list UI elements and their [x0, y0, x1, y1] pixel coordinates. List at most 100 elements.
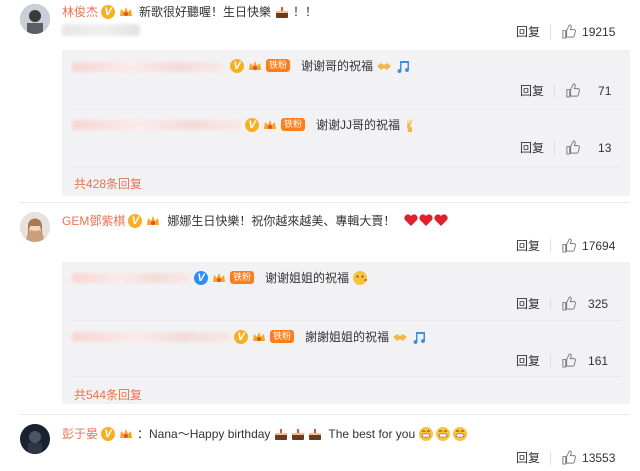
- like-count: 161: [588, 353, 609, 368]
- kiss-face-emoji-icon: [352, 270, 368, 286]
- like-count: 13: [598, 140, 612, 155]
- like-count: 13553: [582, 450, 616, 465]
- comment-text: ：Nana～Happy birthday: [137, 427, 271, 441]
- reply-button[interactable]: 回复: [516, 23, 540, 40]
- divider: [550, 450, 552, 465]
- comment-header: GEM鄧紫棋 V 娜娜生日快樂！祝你越來越美、專輯大賣！: [62, 212, 448, 229]
- like-count: 19215: [582, 24, 616, 39]
- comment-actions: 回复 19215: [516, 23, 615, 40]
- grin-emoji-icon: [418, 426, 468, 442]
- reply-actions: 回复 71: [520, 82, 611, 99]
- blurred-username: [72, 120, 242, 130]
- verified-icon: V: [245, 117, 259, 132]
- divider: [20, 414, 630, 415]
- author-name[interactable]: 林俊杰: [62, 3, 98, 20]
- more-replies-link[interactable]: 共544条回复: [74, 386, 142, 403]
- divider: [72, 109, 622, 110]
- like-button[interactable]: 17694: [561, 238, 615, 253]
- divider: [20, 202, 630, 203]
- more-replies-link[interactable]: 共428条回复: [74, 175, 142, 192]
- reply-content: V 铁粉 谢谢哥的祝福: [230, 57, 411, 74]
- fan-badge: 铁粉: [266, 59, 291, 72]
- divider: [554, 140, 556, 155]
- crown-icon: [211, 271, 227, 285]
- handshake-emoji-icon: [376, 58, 392, 74]
- verified-icon: V: [194, 270, 208, 285]
- crown-icon: [247, 59, 263, 73]
- like-button[interactable]: 325: [561, 296, 608, 311]
- reply-text: 谢谢姐姐的祝福: [265, 271, 350, 285]
- thumb-up-icon: [562, 24, 576, 39]
- like-count: 325: [588, 296, 609, 311]
- crown-icon: [145, 214, 161, 228]
- fan-badge: 铁粉: [270, 330, 295, 343]
- author-name[interactable]: 彭于晏: [62, 425, 98, 442]
- thumb-up-icon: [562, 296, 576, 311]
- verified-icon: V: [101, 4, 116, 19]
- heart-emoji-icon: [404, 214, 448, 227]
- crown-icon: [118, 427, 134, 441]
- avatar[interactable]: [20, 424, 50, 454]
- verified-icon: V: [101, 426, 116, 441]
- crown-icon: [118, 5, 134, 19]
- thumb-up-icon: [562, 450, 576, 465]
- reply-button[interactable]: 回复: [520, 82, 544, 99]
- like-button[interactable]: 161: [561, 353, 608, 368]
- comment-text-end: The best for you: [328, 426, 416, 441]
- like-button[interactable]: 13: [565, 140, 611, 155]
- reply-button[interactable]: 回复: [516, 237, 540, 254]
- blurred-username: [72, 332, 232, 342]
- divider: [550, 238, 552, 253]
- author-name[interactable]: GEM鄧紫棋: [62, 212, 125, 229]
- reply-text: 謝謝姐姐的祝福: [305, 330, 390, 344]
- like-count: 71: [598, 83, 612, 98]
- fan-badge: 铁粉: [230, 271, 255, 284]
- like-count: 17694: [582, 238, 616, 253]
- divider: [72, 376, 622, 377]
- comment-text: 新歌很好聽喔！生日快樂: [139, 5, 272, 19]
- reply-button[interactable]: 回复: [520, 139, 544, 156]
- verified-icon: V: [234, 329, 248, 344]
- reply-content: V 铁粉 謝謝姐姐的祝福: [234, 328, 427, 345]
- divider: [550, 296, 552, 311]
- cake-emoji-icon: [273, 426, 323, 442]
- like-button[interactable]: 13553: [561, 450, 615, 465]
- like-button[interactable]: 71: [565, 83, 611, 98]
- comment-header: 彭于晏 V ：Nana～Happy birthday The best for …: [62, 425, 468, 442]
- victory-hand-emoji-icon: [403, 117, 419, 133]
- handshake-emoji-icon: [392, 329, 408, 345]
- reply-button[interactable]: 回复: [516, 352, 540, 369]
- thumb-up-icon: [566, 140, 580, 155]
- reply-button[interactable]: 回复: [516, 449, 540, 466]
- thumb-up-icon: [562, 238, 576, 253]
- blurred-meta: [62, 24, 140, 36]
- verified-icon: V: [128, 213, 143, 228]
- like-button[interactable]: 19215: [561, 24, 615, 39]
- blurred-username: [72, 62, 222, 72]
- thumb-up-icon: [566, 83, 580, 98]
- divider: [550, 24, 552, 39]
- avatar[interactable]: [20, 4, 50, 34]
- comment-text-end: ！！: [293, 5, 318, 19]
- divider: [72, 166, 622, 167]
- comment-actions: 回复 17694: [516, 237, 615, 254]
- reply-actions: 回复 13: [520, 139, 611, 156]
- music-note-icon: [395, 58, 411, 74]
- cake-emoji-icon: [274, 4, 290, 20]
- verified-icon: V: [230, 58, 244, 73]
- avatar[interactable]: [20, 212, 50, 242]
- blurred-username: [72, 273, 190, 283]
- reply-actions: 回复 161: [516, 352, 608, 369]
- music-note-icon: [411, 329, 427, 345]
- crown-icon: [262, 118, 278, 132]
- crown-icon: [251, 330, 267, 344]
- thumb-up-icon: [562, 353, 576, 368]
- comment-header: 林俊杰 V 新歌很好聽喔！生日快樂 ！！: [62, 3, 317, 20]
- divider: [550, 353, 552, 368]
- divider: [72, 320, 622, 321]
- reply-button[interactable]: 回复: [516, 295, 540, 312]
- divider: [554, 83, 556, 98]
- reply-content: V 铁粉 谢谢姐姐的祝福: [194, 269, 368, 286]
- comment-actions: 回复 13553: [516, 449, 615, 466]
- reply-text: 谢谢JJ哥的祝福: [316, 118, 401, 132]
